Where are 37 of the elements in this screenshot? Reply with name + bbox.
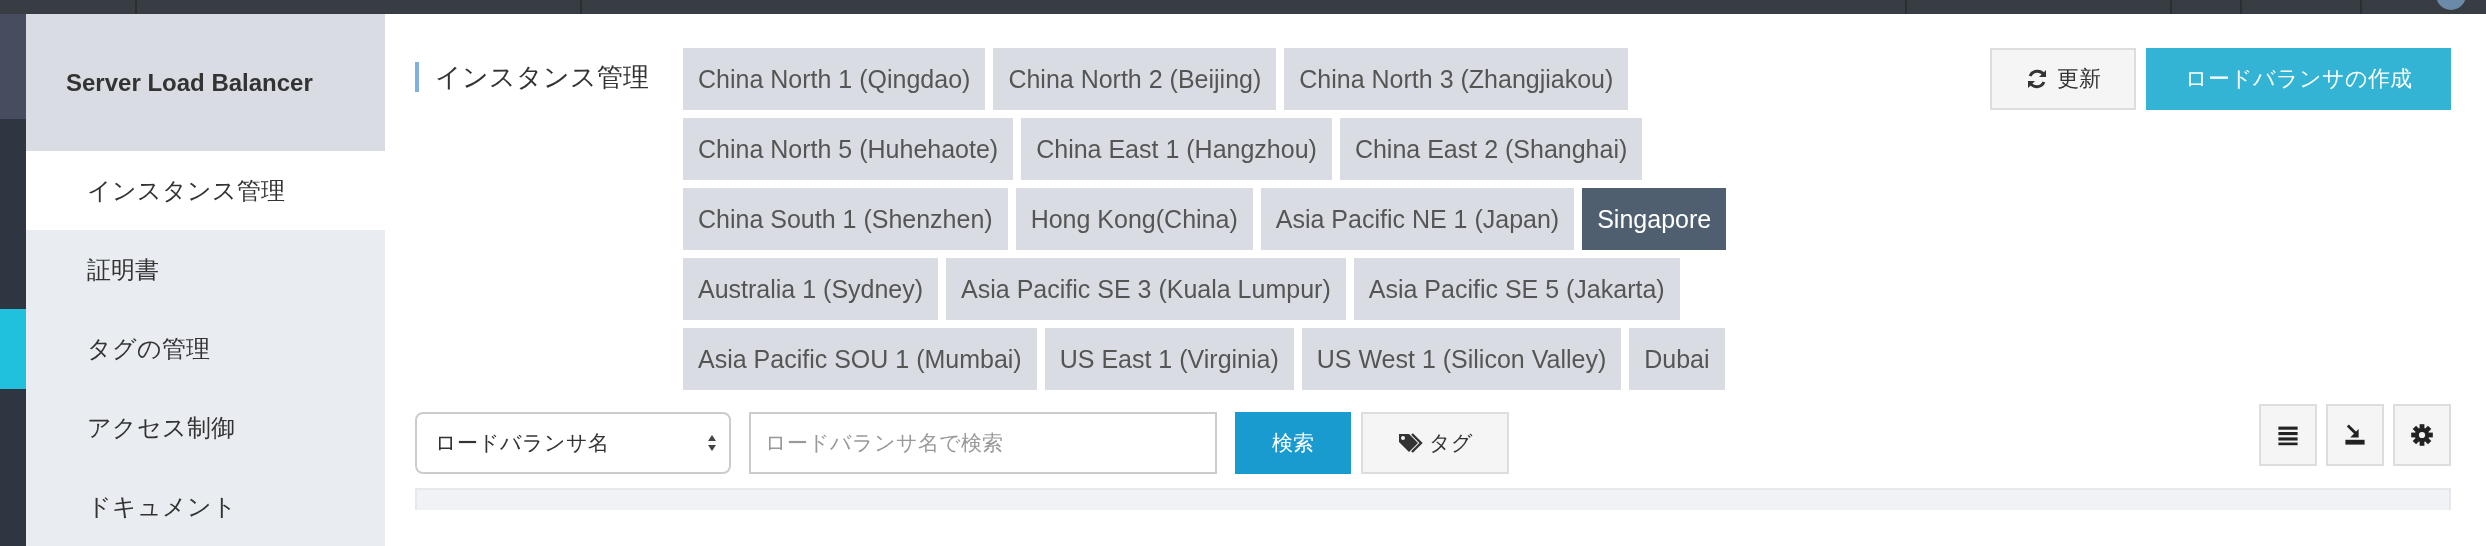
region-tab[interactable]: Asia Pacific SOU 1 (Mumbai) [683, 328, 1037, 390]
sidebar-item[interactable]: タグの管理 [26, 309, 385, 389]
region-tab[interactable]: Dubai [1629, 328, 1725, 390]
region-tab[interactable]: Asia Pacific SE 3 (Kuala Lumpur) [946, 258, 1346, 320]
region-tab[interactable]: US West 1 (Silicon Valley) [1301, 328, 1622, 390]
region-tab[interactable]: China North 2 (Beijing) [993, 48, 1277, 110]
region-tab[interactable]: China North 3 (Zhangjiakou) [1284, 48, 1629, 110]
field-select[interactable]: ロードバランサ名 [415, 412, 731, 474]
region-tab[interactable]: China North 1 (Qingdao) [683, 48, 986, 110]
sidebar-title: Server Load Balancer [66, 68, 313, 97]
refresh-button[interactable]: 更新 [1990, 48, 2136, 110]
region-tab[interactable]: Asia Pacific NE 1 (Japan) [1260, 188, 1575, 250]
search-field[interactable]: ロードバランサ名で検索 [749, 412, 1217, 474]
settings-button[interactable] [2393, 404, 2451, 466]
export-button[interactable] [2326, 404, 2384, 466]
sidebar-item[interactable]: インスタンス管理 [26, 151, 385, 231]
tag-button[interactable]: タグ [1361, 412, 1509, 474]
region-tab[interactable]: Singapore [1582, 188, 1727, 250]
sidebar-item[interactable]: 証明書 [26, 230, 385, 310]
sidebar-item[interactable]: アクセス制御 [26, 388, 385, 468]
search-button[interactable]: 検索 [1235, 412, 1351, 474]
title-accent [415, 62, 419, 92]
region-tab[interactable]: Asia Pacific SE 5 (Jakarta) [1353, 258, 1680, 320]
download-icon [2343, 423, 2367, 447]
region-tab[interactable]: Hong Kong(China) [1015, 188, 1253, 250]
region-tab[interactable]: China South 1 (Shenzhen) [683, 188, 1008, 250]
list-view-button[interactable] [2259, 404, 2317, 466]
settings-icon [2410, 423, 2434, 447]
refresh-icon [2025, 67, 2049, 91]
sidebar-item[interactable]: ドキュメント [26, 467, 385, 546]
region-tab[interactable]: US East 1 (Virginia) [1044, 328, 1294, 390]
updown-icon [707, 434, 717, 452]
region-tab[interactable]: China East 1 (Hangzhou) [1021, 118, 1332, 180]
region-tab[interactable]: Australia 1 (Sydney) [683, 258, 939, 320]
region-tab[interactable]: China East 2 (Shanghai) [1339, 118, 1643, 180]
region-tab[interactable]: China North 5 (Huhehaote) [683, 118, 1014, 180]
page-title: インスタンス管理 [435, 60, 649, 94]
